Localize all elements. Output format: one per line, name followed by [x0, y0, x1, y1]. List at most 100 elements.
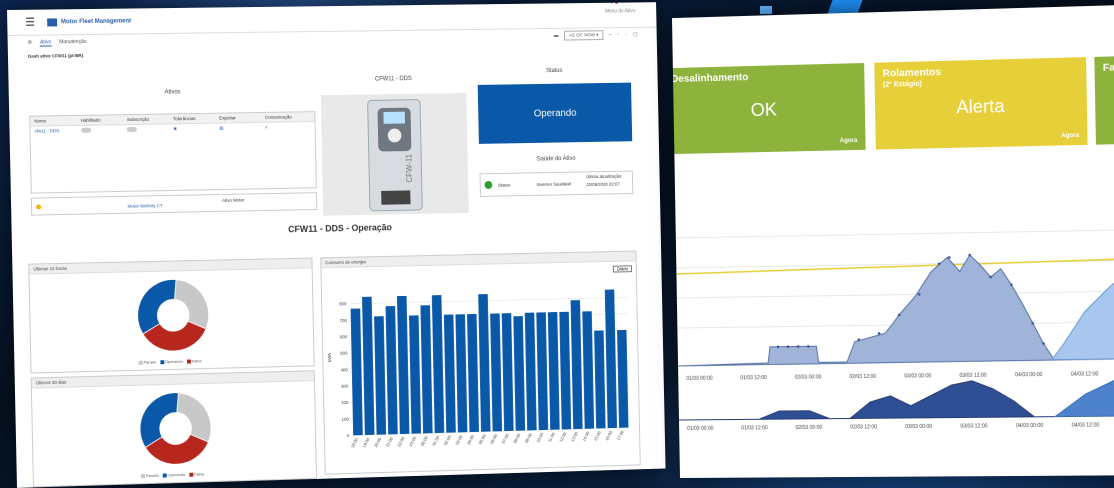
- print-icon[interactable]: ▫: [617, 32, 619, 38]
- col-habilitado: Habilitado: [81, 117, 127, 123]
- y-tick-label: 600: [340, 334, 348, 339]
- energy-bar: [386, 306, 398, 434]
- x-tick-label: 19:00: [361, 436, 370, 448]
- legend-falha: Falha: [187, 358, 202, 363]
- status-title: Status: [477, 67, 630, 75]
- energy-bar: [617, 330, 628, 428]
- dash-icon[interactable]: –: [609, 32, 612, 38]
- x-tick-label: 23:00: [408, 435, 417, 447]
- y-tick-label: 800: [339, 301, 347, 306]
- energy-bar: [594, 330, 605, 428]
- refresh-icon[interactable]: ◌: [625, 32, 628, 38]
- energy-bar: [502, 313, 514, 431]
- x-tick-label: 03:00: [454, 434, 463, 446]
- col-exportar: Exportar: [219, 115, 265, 121]
- app-title: Motor Fleet Management: [61, 18, 131, 25]
- date-select[interactable]: AS OF: NOW ▾: [564, 30, 603, 40]
- x-axis-label: 02/03 00:00: [795, 374, 822, 380]
- assets-table: Nome Habilitado Subscrição Tolerâncias E…: [29, 111, 317, 194]
- search-icon[interactable]: ⌕: [265, 124, 311, 131]
- x-axis-label: 02/03 12:00: [850, 424, 877, 430]
- card-rolamentos[interactable]: Rolamentos (2º Estágio) Alerta Agora: [874, 57, 1087, 149]
- card-timestamp: Agora: [840, 138, 858, 144]
- x-tick-label: 18:00: [350, 437, 359, 449]
- energy-bar: [513, 316, 525, 431]
- energy-bar: [409, 315, 421, 433]
- donut-24h-title: Últimas 24 horas: [29, 259, 311, 275]
- x-tick-label: 13:00: [570, 430, 579, 442]
- x-tick-label: 06:00: [489, 433, 498, 445]
- y-tick-label: 100: [342, 417, 350, 422]
- calendar-icon[interactable]: ▬: [554, 33, 559, 39]
- motor-link[interactable]: Motor Welinity CT: [127, 203, 162, 209]
- energy-bar: [582, 311, 594, 429]
- energy-bar: [605, 289, 617, 428]
- settings-icon[interactable]: ⚙: [28, 40, 33, 46]
- energy-bar: [478, 294, 490, 432]
- last-update-value: 22/09/2020 22:07: [586, 182, 620, 188]
- drive-title: CFW11 - DDS: [320, 75, 466, 83]
- menu-icon[interactable]: ☰: [25, 16, 35, 29]
- x-axis-label: 01/03 00:00: [687, 426, 714, 432]
- vibration-area-series-2: [1050, 266, 1114, 359]
- health-status-label: Status: [498, 182, 510, 187]
- energy-bar: [490, 313, 502, 431]
- y-tick-label: 300: [341, 384, 349, 389]
- card-title: Fa: [1094, 55, 1114, 74]
- y-axis-label: kWh: [327, 352, 332, 361]
- operation-title: CFW11 - DDS - Operação: [12, 217, 661, 240]
- asset-menu-link[interactable]: Menu do Ativo: [605, 8, 635, 14]
- enabled-toggle[interactable]: [81, 128, 91, 133]
- energy-bar: [362, 297, 374, 435]
- fullscreen-icon[interactable]: ▢: [633, 32, 638, 38]
- tab-manutencao[interactable]: Manutenção: [59, 39, 86, 45]
- health-panel: Status Inversor Saudável Última atualiza…: [480, 171, 634, 197]
- asset-name-link[interactable]: cfw11 - DDS: [34, 128, 81, 135]
- donut-slice-parado: [176, 392, 211, 443]
- card-title: Desalinhamento: [672, 63, 864, 85]
- tools-icon[interactable]: ✖: [173, 126, 219, 133]
- donut-slice-parado: [174, 279, 209, 330]
- vibration-area-series: [676, 252, 1114, 366]
- card-value: OK: [672, 97, 865, 123]
- card-value: Alerta: [875, 94, 1087, 120]
- tab-ativo[interactable]: Ativo: [40, 39, 51, 46]
- x-axis-label: 03/03 00:00: [904, 373, 931, 379]
- x-axis-label: 01/03 12:00: [740, 375, 767, 381]
- x-tick-label: 05:00: [478, 433, 487, 445]
- background-accent: [760, 6, 772, 14]
- drive-image: CFW-11: [321, 93, 469, 216]
- x-axis-label: 04/03 00:00: [1015, 372, 1042, 378]
- donut-30d-title: Últimos 30 dias: [32, 371, 314, 388]
- donut-30d-legend: Parado Operando Falha: [141, 471, 204, 478]
- col-nome: Nome: [34, 118, 81, 124]
- x-tick-label: 16:00: [604, 430, 613, 442]
- energy-bar: [455, 314, 467, 432]
- col-subscricao: Subscrição: [127, 116, 173, 122]
- energy-bar: [374, 316, 386, 435]
- x-axis-label: 03/03 12:00: [959, 373, 986, 379]
- energy-area-series-2: [1054, 371, 1114, 417]
- energy-panel: Consumo de energia Diário 0 100 200 300 400 5…: [320, 251, 641, 475]
- legend-parado: Parado: [141, 473, 159, 478]
- x-axis-label: 02/03 00:00: [796, 425, 823, 431]
- energy-bar: [571, 300, 583, 429]
- left-dashboard-screen: ☰ Motor Fleet Management ● ▴ Menu do Ati…: [7, 2, 666, 488]
- x-tick-label: 20:00: [373, 436, 382, 448]
- card-timestamp: Agora: [1061, 133, 1079, 140]
- legend-falha: Falha: [189, 471, 204, 476]
- notification-icon[interactable]: ● ▴: [610, 2, 618, 5]
- donut-chart-30d: [135, 388, 216, 470]
- subscription-toggle[interactable]: [127, 127, 137, 132]
- energy-bar: [420, 305, 432, 433]
- col-tolerancias: Tolerâncias: [173, 116, 219, 122]
- export-icon[interactable]: ▤: [219, 125, 265, 132]
- x-tick-label: 15:00: [593, 430, 602, 442]
- x-axis-label: 01/03 00:00: [686, 376, 713, 382]
- card-desalinhamento[interactable]: Desalinhamento OK Agora: [672, 63, 866, 154]
- card-falha[interactable]: Fa: [1094, 55, 1114, 144]
- x-axis-label: 04/03 12:00: [1071, 371, 1099, 377]
- asset-summary-bar: Motor Welinity CT Ativo Motor: [31, 192, 317, 215]
- status-dot: [36, 204, 41, 209]
- energy-bar: [548, 312, 560, 430]
